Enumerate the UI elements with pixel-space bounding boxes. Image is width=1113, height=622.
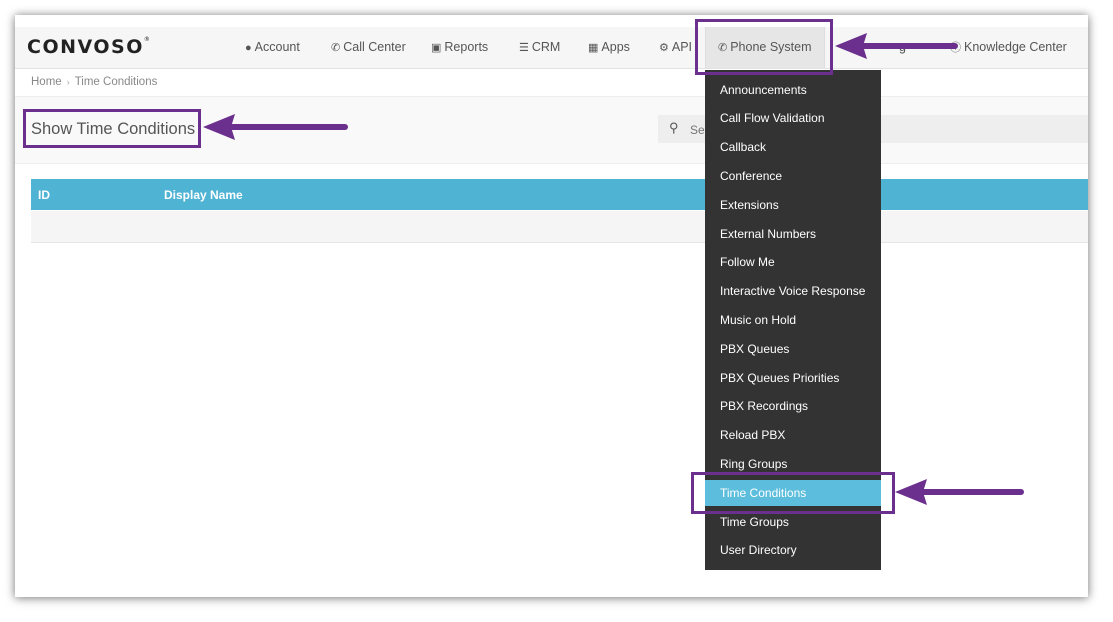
menu-item-pbx-queues[interactable]: PBX Queues: [705, 336, 881, 362]
menu-item-user-directory[interactable]: User Directory: [705, 537, 881, 563]
menu-item-announcements[interactable]: Announcements: [705, 77, 881, 103]
nav-knowledge-center-label: Knowledge Center: [964, 40, 1067, 54]
menu-item-external-numbers[interactable]: External Numbers: [705, 221, 881, 247]
convoso-logo[interactable]: CONVOSO®: [27, 36, 150, 58]
menu-item-reload-pbx[interactable]: Reload PBX: [705, 422, 881, 448]
menu-item-interactive-voice-response[interactable]: Interactive Voice Response: [705, 278, 881, 304]
annotation-arrow-icon: [895, 479, 1024, 505]
nav-api[interactable]: ⚙ API: [659, 27, 692, 68]
menu-item-extensions[interactable]: Extensions: [705, 192, 881, 218]
user-icon: ●: [245, 42, 252, 54]
menu-item-follow-me[interactable]: Follow Me: [705, 249, 881, 275]
nav-knowledge-center[interactable]: ⓘ Knowledge Center: [950, 27, 1067, 68]
nav-apps[interactable]: ▦ Apps: [588, 27, 630, 68]
nav-api-label: API: [671, 40, 693, 54]
menu-item-call-flow-validation[interactable]: Call Flow Validation: [705, 105, 881, 131]
menu-item-conference[interactable]: Conference: [705, 163, 881, 189]
nav-crm-label: CRM: [531, 40, 561, 54]
nav-account[interactable]: ● Account: [245, 27, 300, 68]
menu-item-pbx-recordings[interactable]: PBX Recordings: [705, 393, 881, 419]
search-icon: ⚲: [669, 120, 679, 135]
list-icon: ☰: [519, 42, 529, 54]
nav-reports[interactable]: ▣ Reports: [431, 27, 488, 68]
menu-item-music-on-hold[interactable]: Music on Hold: [705, 307, 881, 333]
annotation-highlight-time-conditions: [691, 472, 895, 514]
table-header: ID Display Name: [31, 179, 1088, 210]
breadcrumb: Home › Time Conditions: [31, 76, 157, 88]
annotation-highlight-phone-system: [695, 19, 833, 75]
breadcrumb-separator-icon: ›: [66, 77, 70, 87]
phone-icon: ✆: [331, 42, 341, 54]
column-display-name[interactable]: Display Name: [164, 188, 243, 202]
breadcrumb-current: Time Conditions: [74, 76, 158, 88]
menu-item-pbx-queues-priorities[interactable]: PBX Queues Priorities: [705, 365, 881, 391]
column-id[interactable]: ID: [38, 188, 50, 202]
nav-crm[interactable]: ☰ CRM: [519, 27, 560, 68]
breadcrumb-home[interactable]: Home: [31, 76, 62, 88]
nav-account-label: Account: [254, 40, 300, 54]
menu-item-callback[interactable]: Callback: [705, 134, 881, 160]
nav-call-center-label: Call Center: [343, 40, 406, 54]
app-window: CONVOSO® ● Account ✆ Call Center ▣ Reports …: [15, 15, 1088, 597]
nav-apps-label: Apps: [601, 40, 630, 54]
bar-chart-icon: ▣: [431, 42, 442, 54]
table-row: [31, 211, 1088, 243]
nav-call-center[interactable]: ✆ Call Center: [331, 27, 406, 68]
gear-icon: ⚙: [659, 42, 669, 54]
annotation-arrow-icon: [203, 114, 348, 140]
annotation-arrow-icon: [835, 33, 958, 59]
nav-reports-label: Reports: [444, 40, 489, 54]
annotation-highlight-page-title: [23, 109, 201, 148]
grid-icon: ▦: [588, 42, 599, 54]
